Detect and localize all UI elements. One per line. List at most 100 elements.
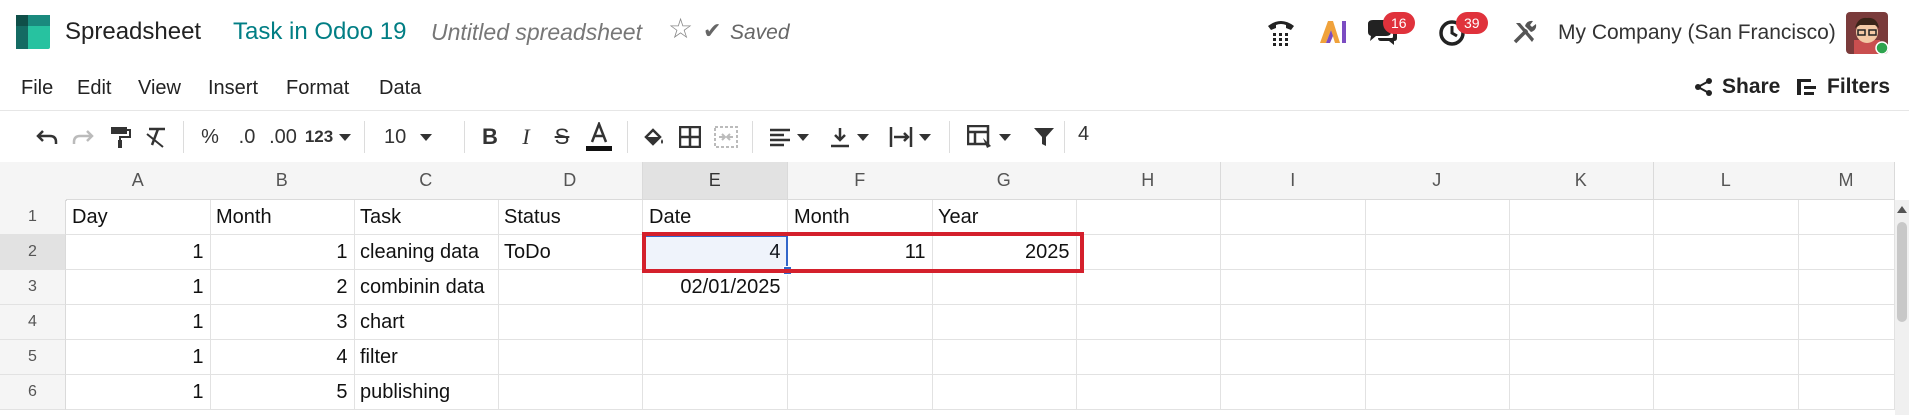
- bold-button[interactable]: B: [476, 121, 504, 153]
- merge-cells-button[interactable]: [712, 121, 740, 153]
- cell-l4[interactable]: [1654, 305, 1799, 340]
- borders-button[interactable]: [676, 121, 704, 153]
- cell-h4[interactable]: [1076, 305, 1221, 340]
- star-icon[interactable]: ☆: [668, 15, 693, 43]
- undo-button[interactable]: [33, 121, 61, 153]
- cell-e4[interactable]: [643, 305, 788, 340]
- cell-c4[interactable]: chart: [354, 305, 499, 340]
- row-header-2[interactable]: 2: [0, 235, 66, 270]
- cell-h5[interactable]: [1076, 340, 1221, 375]
- cell-h6[interactable]: [1076, 375, 1221, 410]
- row-header-5[interactable]: 5: [0, 340, 66, 375]
- row-header-1[interactable]: 1: [0, 200, 66, 235]
- cell-i4[interactable]: [1221, 305, 1366, 340]
- row-header-3[interactable]: 3: [0, 270, 66, 305]
- vertical-scrollbar-thumb[interactable]: [1897, 222, 1907, 322]
- column-header-k[interactable]: K: [1509, 162, 1654, 200]
- row-header-6[interactable]: 6: [0, 375, 66, 410]
- cell-i2[interactable]: [1221, 235, 1366, 270]
- cell-c6[interactable]: publishing: [354, 375, 499, 410]
- column-header-i[interactable]: I: [1221, 162, 1366, 200]
- cell-c2[interactable]: cleaning data: [354, 235, 499, 270]
- cell-k6[interactable]: [1509, 375, 1654, 410]
- column-header-l[interactable]: L: [1654, 162, 1799, 200]
- strikethrough-button[interactable]: S: [548, 121, 576, 153]
- cell-m3[interactable]: [1798, 270, 1895, 305]
- breadcrumb-link[interactable]: Task in Odoo 19: [233, 18, 406, 46]
- cell-a5[interactable]: 1: [66, 340, 211, 375]
- cell-e1[interactable]: Date: [643, 200, 788, 235]
- cell-g1[interactable]: Year: [932, 200, 1077, 235]
- cell-k3[interactable]: [1509, 270, 1654, 305]
- column-header-g[interactable]: G: [932, 162, 1077, 200]
- cell-b4[interactable]: 3: [210, 305, 355, 340]
- cell-i6[interactable]: [1221, 375, 1366, 410]
- cell-k5[interactable]: [1509, 340, 1654, 375]
- column-header-j[interactable]: J: [1365, 162, 1510, 200]
- cell-j2[interactable]: [1365, 235, 1510, 270]
- cell-f6[interactable]: [788, 375, 933, 410]
- cell-b1[interactable]: Month: [210, 200, 355, 235]
- font-size-select[interactable]: 10: [384, 121, 448, 153]
- column-header-f[interactable]: F: [788, 162, 933, 200]
- cell-l2[interactable]: [1654, 235, 1799, 270]
- fill-color-button[interactable]: [640, 121, 668, 153]
- cell-h3[interactable]: [1076, 270, 1221, 305]
- spreadsheet-name[interactable]: Untitled spreadsheet: [431, 19, 642, 46]
- cell-m1[interactable]: [1798, 200, 1895, 235]
- cell-g6[interactable]: [932, 375, 1077, 410]
- cell-c1[interactable]: Task: [354, 200, 499, 235]
- cell-l5[interactable]: [1654, 340, 1799, 375]
- cell-b3[interactable]: 2: [210, 270, 355, 305]
- app-title[interactable]: Spreadsheet: [65, 18, 201, 46]
- cell-d6[interactable]: [498, 375, 643, 410]
- menu-file[interactable]: File: [21, 77, 53, 100]
- share-button[interactable]: Share: [1694, 75, 1780, 99]
- cell-d4[interactable]: [498, 305, 643, 340]
- menu-format[interactable]: Format: [286, 77, 349, 100]
- cell-i1[interactable]: [1221, 200, 1366, 235]
- cell-d5[interactable]: [498, 340, 643, 375]
- cell-a1[interactable]: Day: [66, 200, 211, 235]
- horizontal-align-button[interactable]: [764, 121, 814, 153]
- clear-format-button[interactable]: [142, 121, 170, 153]
- column-header-h[interactable]: H: [1076, 162, 1221, 200]
- menu-edit[interactable]: Edit: [77, 77, 111, 100]
- paint-format-button[interactable]: [106, 121, 134, 153]
- cell-c3[interactable]: combinin data: [354, 270, 499, 305]
- cell-e3[interactable]: 02/01/2025: [643, 270, 788, 305]
- column-header-d[interactable]: D: [498, 162, 643, 200]
- spreadsheet-app-icon[interactable]: [16, 15, 50, 49]
- more-formats-button[interactable]: 123: [302, 121, 354, 153]
- text-wrapping-button[interactable]: [884, 121, 936, 153]
- cell-k1[interactable]: [1509, 200, 1654, 235]
- cell-m5[interactable]: [1798, 340, 1895, 375]
- cell-j5[interactable]: [1365, 340, 1510, 375]
- spreadsheet-grid[interactable]: A B C D E F G H I J K L M 1 Day Month Task Status Date Mont…: [0, 162, 1909, 415]
- cell-c5[interactable]: filter: [354, 340, 499, 375]
- cell-a6[interactable]: 1: [66, 375, 211, 410]
- cell-b2[interactable]: 1: [210, 235, 355, 270]
- phone-icon[interactable]: [1263, 14, 1299, 50]
- cell-l3[interactable]: [1654, 270, 1799, 305]
- cell-j4[interactable]: [1365, 305, 1510, 340]
- cell-b6[interactable]: 5: [210, 375, 355, 410]
- cell-i3[interactable]: [1221, 270, 1366, 305]
- cell-a4[interactable]: 1: [66, 305, 211, 340]
- cell-m6[interactable]: [1798, 375, 1895, 410]
- cell-j3[interactable]: [1365, 270, 1510, 305]
- cell-a3[interactable]: 1: [66, 270, 211, 305]
- column-header-e[interactable]: E: [643, 162, 788, 200]
- formula-bar[interactable]: 4: [1078, 123, 1089, 146]
- cell-j1[interactable]: [1365, 200, 1510, 235]
- cell-l6[interactable]: [1654, 375, 1799, 410]
- vertical-align-button[interactable]: [824, 121, 874, 153]
- cell-l1[interactable]: [1654, 200, 1799, 235]
- menu-insert[interactable]: Insert: [208, 77, 258, 100]
- row-header-4[interactable]: 4: [0, 305, 66, 340]
- cell-k2[interactable]: [1509, 235, 1654, 270]
- cell-d1[interactable]: Status: [498, 200, 643, 235]
- increase-decimal-button[interactable]: .00: [266, 121, 300, 153]
- cell-g4[interactable]: [932, 305, 1077, 340]
- cell-k4[interactable]: [1509, 305, 1654, 340]
